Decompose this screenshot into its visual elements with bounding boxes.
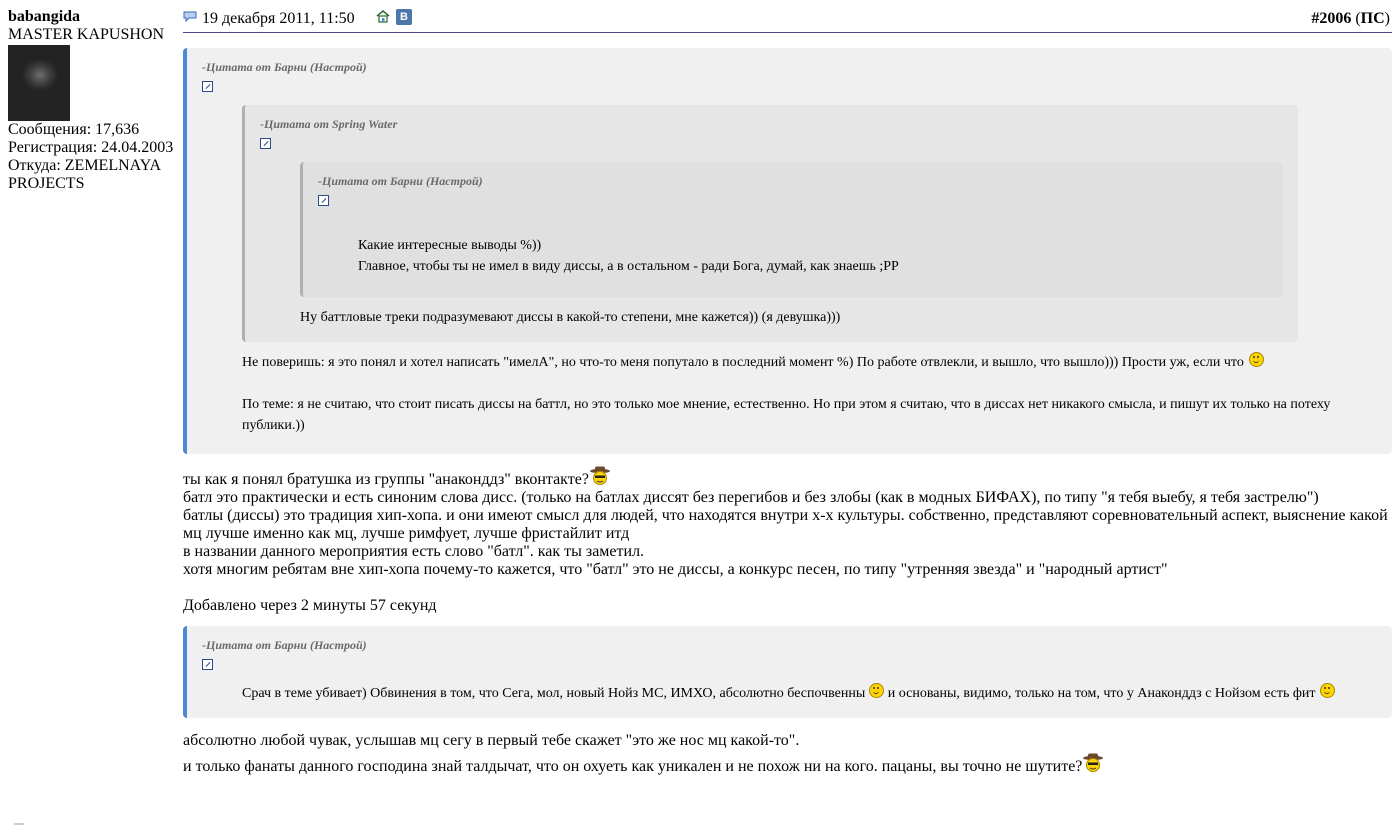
body-text: абсолютно любой чувак, услышав мц сегу в… — [183, 732, 800, 749]
post-tag-open: ( — [1351, 10, 1361, 27]
quote-author: -Цитата от Барни (Настрой) — [202, 60, 367, 74]
post-icon — [183, 11, 197, 22]
author-username[interactable]: babangida — [8, 8, 178, 26]
body-text: батл это практически и есть синоним слов… — [183, 489, 1319, 506]
quote-link-icon[interactable] — [202, 81, 213, 92]
nested-quote-2: -Цитата от Барни (Настрой) Какие интерес… — [300, 162, 1283, 297]
quote-1-content: -Цитата от Spring Water -Цитата от Барни… — [202, 105, 1377, 436]
body-text: хотя многим ребятам вне хип-хопа почему-… — [183, 561, 1168, 578]
author-location-cont: PROJECTS — [8, 175, 85, 192]
author-location: Откуда: ZEMELNAYA — [8, 157, 162, 174]
quote-link-icon[interactable] — [260, 138, 271, 149]
nested-quote-2-content: Какие интересные выводы %)) Главное, что… — [318, 235, 1268, 277]
vk-icon[interactable]: B — [396, 9, 412, 25]
quote-text: и основаны, видимо, только на том, что у… — [884, 686, 1316, 701]
post-number[interactable]: #2006 — [1311, 10, 1351, 27]
quote-text: По теме: я не считаю, что стоит писать д… — [242, 397, 1331, 433]
quote-author: -Цитата от Барни (Настрой) — [318, 174, 483, 188]
quote-text: Ну баттловые треки подразумевают диссы в… — [300, 310, 841, 325]
body-line: ты как я понял братушка из группы "анако… — [183, 466, 1392, 489]
post-date: 19 декабря 2011, 11:50 — [202, 10, 355, 27]
quote-link-icon[interactable] — [202, 659, 213, 670]
cowboy-smiley-icon — [589, 466, 610, 485]
nested-quote-1: -Цитата от Spring Water -Цитата от Барни… — [242, 105, 1298, 342]
smile-icon — [1249, 352, 1265, 367]
body-line: и только фанаты данного господина знай т… — [183, 753, 1392, 779]
avatar[interactable] — [8, 45, 70, 121]
post-tag: ПС — [1360, 10, 1385, 27]
body-text: батлы (диссы) это традиция хип-хопа. и о… — [183, 507, 1388, 542]
post-body-2: абсолютно любой чувак, услышав мц сегу в… — [183, 729, 1392, 779]
quote-2-content: Срач в теме убивает) Обвинения в том, чт… — [202, 683, 1377, 704]
quote-link-icon[interactable] — [318, 195, 329, 206]
added-later-note: Добавлено через 2 минуты 57 секунд — [183, 597, 437, 614]
author-title: MASTER KAPUSHON — [8, 26, 165, 43]
quote-text: Какие интересные выводы %)) — [358, 238, 542, 253]
cowboy-smiley-icon — [1083, 753, 1104, 772]
quote-author: -Цитата от Барни (Настрой) — [202, 638, 367, 652]
quote-reply-line: Не поверишь: я это понял и хотел написат… — [242, 352, 1377, 373]
smile-icon — [1319, 683, 1335, 698]
smile-icon — [869, 683, 885, 698]
quote-text: Не поверишь: я это понял и хотел написат… — [242, 355, 1244, 370]
post-tag-close: ) — [1384, 10, 1390, 27]
post-header: 19 декабря 2011, 11:50 B #2006 (ПС) — [183, 8, 1392, 33]
home-icon[interactable] — [375, 9, 391, 24]
quote-block-2: -Цитата от Барни (Настрой) Срач в теме у… — [183, 626, 1392, 718]
quote-block-1: -Цитата от Барни (Настрой) -Цитата от Sp… — [183, 48, 1392, 454]
post: 19 декабря 2011, 11:50 B #2006 (ПС) -Цит… — [183, 8, 1392, 779]
post-body-1: ты как я понял братушка из группы "анако… — [183, 466, 1392, 579]
nested-quote-1-content: -Цитата от Барни (Настрой) Какие интерес… — [260, 162, 1283, 328]
author-post-count: Сообщения: 17,636 — [8, 121, 140, 138]
footer-divider — [14, 823, 24, 825]
body-text: и только фанаты данного господина знай т… — [183, 758, 1083, 775]
quote-text: Срач в теме убивает) Обвинения в том, чт… — [242, 686, 866, 701]
body-text: ты как я понял братушка из группы "анако… — [183, 471, 589, 488]
post-number-group: #2006 (ПС) — [1311, 10, 1390, 28]
author-sidebar: babangida MASTER KAPUSHON Сообщения: 17,… — [8, 8, 178, 193]
quote-text: Главное, чтобы ты не имел в виду диссы, … — [358, 259, 899, 274]
body-text: в названии данного мероприятия есть слов… — [183, 543, 645, 560]
author-registered: Регистрация: 24.04.2003 — [8, 139, 174, 156]
quote-author: -Цитата от Spring Water — [260, 117, 398, 131]
